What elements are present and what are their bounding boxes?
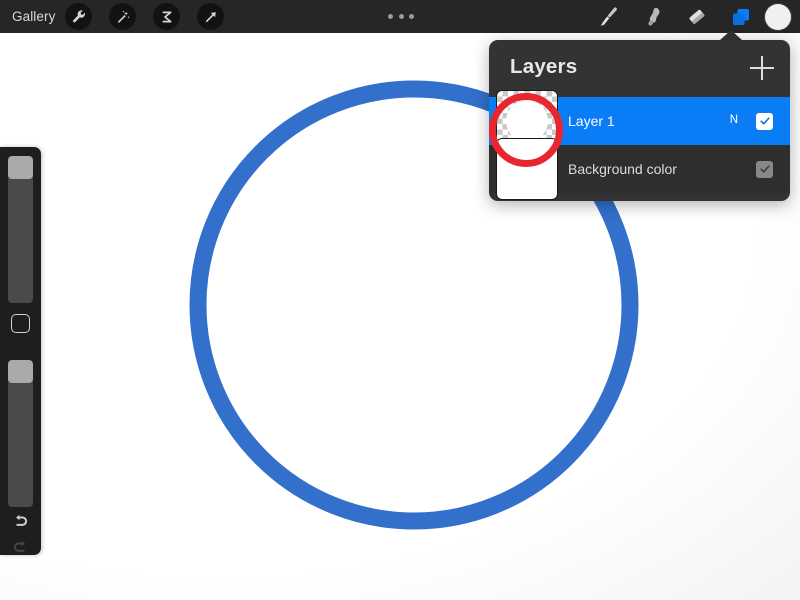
layer-blend-mode-label[interactable]: N xyxy=(730,115,738,127)
checkmark-icon xyxy=(759,117,770,125)
ellipsis-icon[interactable] xyxy=(388,11,414,22)
opacity-slider-handle[interactable] xyxy=(8,360,33,383)
checkmark-icon xyxy=(759,165,770,173)
color-swatch-button[interactable] xyxy=(765,3,791,30)
smudge-icon[interactable] xyxy=(631,0,675,33)
layers-panel-header: Layers xyxy=(489,40,790,97)
layers-panel: Layers Layer 1 N Background color xyxy=(489,40,790,201)
paintbrush-icon[interactable] xyxy=(587,0,631,33)
modify-button[interactable] xyxy=(11,314,30,333)
thumbnail-circle-preview xyxy=(506,100,548,142)
layers-panel-title: Layers xyxy=(510,55,578,78)
right-tool-group xyxy=(587,0,800,33)
add-layer-plus-icon[interactable] xyxy=(750,56,774,80)
procreate-app-window: Gallery Layers Layer 1 N Background colo… xyxy=(0,0,800,600)
background-layer-name-label: Background color xyxy=(568,161,677,177)
magic-wand-icon[interactable] xyxy=(109,3,137,30)
background-visibility-checkbox[interactable] xyxy=(756,160,773,178)
opacity-slider[interactable] xyxy=(8,360,33,507)
left-sidebar xyxy=(0,147,41,555)
layer-name-label: Layer 1 xyxy=(568,113,615,129)
redo-button[interactable] xyxy=(8,535,33,560)
brush-size-slider[interactable] xyxy=(8,156,33,303)
s-curve-icon[interactable] xyxy=(153,3,181,30)
brush-size-slider-handle[interactable] xyxy=(8,156,33,179)
wrench-icon[interactable] xyxy=(65,3,93,30)
layers-icon[interactable] xyxy=(719,0,763,33)
redo-arrow-icon xyxy=(13,540,25,552)
undo-button[interactable] xyxy=(8,509,33,534)
arrow-pointer-icon[interactable] xyxy=(197,3,225,30)
gallery-button[interactable]: Gallery xyxy=(12,10,55,24)
background-color-thumbnail[interactable] xyxy=(496,138,558,200)
layer-visibility-checkbox[interactable] xyxy=(756,112,773,130)
eraser-icon[interactable] xyxy=(675,0,719,33)
undo-arrow-icon xyxy=(16,514,28,526)
top-toolbar: Gallery xyxy=(0,0,800,33)
